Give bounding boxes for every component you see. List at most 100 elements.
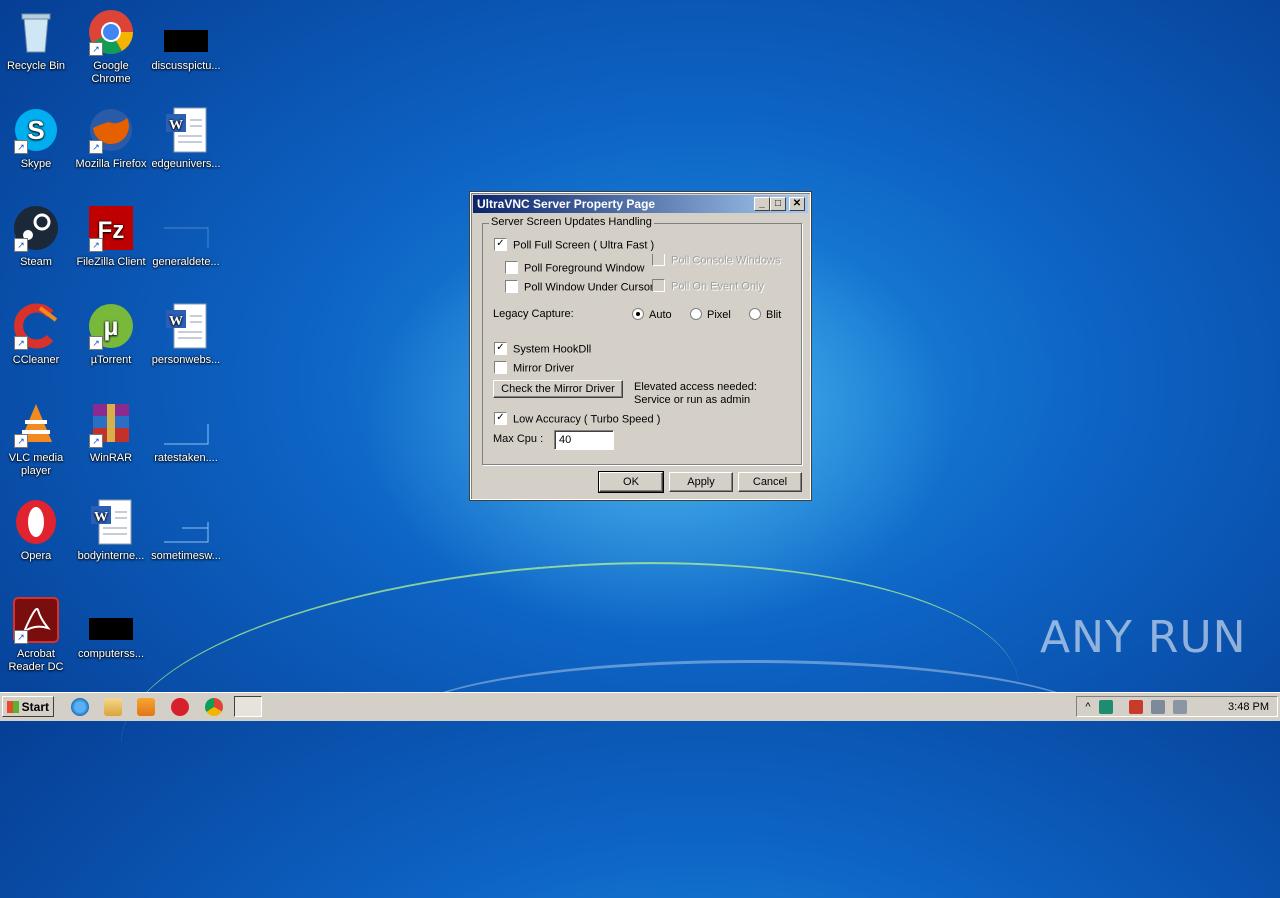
ultravnc-property-dialog: UltraVNC Server Property Page _ □ ✕ Serv… [469, 191, 812, 501]
radio-label: Pixel [707, 309, 731, 321]
desktop-icon-label: Google Chrome [91, 60, 131, 85]
desktop-icon-filezilla[interactable]: Fz ↗ FileZilla Client [73, 204, 149, 269]
desktop-icon-ccleaner[interactable]: ↗ CCleaner [0, 302, 74, 367]
checkbox-icon [494, 361, 507, 374]
network-icon[interactable] [1151, 700, 1165, 714]
svg-text:µ: µ [104, 311, 119, 341]
radio-pixel[interactable]: Pixel [690, 308, 731, 321]
checkbox-disabled-icon [652, 254, 665, 266]
checkbox-label: Low Accuracy ( Turbo Speed ) [513, 413, 661, 426]
poll-console-checkbox[interactable]: Poll Console Windows Only [652, 254, 782, 266]
desktop-icon-label: sometimesw... [151, 550, 221, 562]
desktop-icon-acrobat[interactable]: ↗ Acrobat Reader DC [0, 596, 74, 674]
skype-icon: S ↗ [12, 106, 60, 154]
winrar-icon: ↗ [87, 400, 135, 448]
server-screen-updates-group: Server Screen Updates Handling ✓ Poll Ful… [482, 216, 802, 465]
word-doc-icon: W [87, 498, 135, 546]
group-title: Server Screen Updates Handling [489, 216, 654, 228]
close-icon[interactable]: ✕ [789, 197, 805, 211]
check-mirror-driver-button[interactable]: Check the Mirror Driver [493, 380, 623, 398]
shortcut-arrow-icon: ↗ [14, 336, 28, 350]
radio-auto[interactable]: Auto [632, 308, 672, 321]
radio-icon [690, 308, 702, 321]
desktop-icon-winrar[interactable]: ↗ WinRAR [73, 400, 149, 465]
vlc-icon: ↗ [12, 400, 60, 448]
desktop-icon-label: bodyinterne... [77, 550, 145, 562]
desktop-icon-opera[interactable]: Opera [0, 498, 74, 563]
word-doc-icon: W [162, 106, 210, 154]
shortcut-arrow-icon: ↗ [89, 238, 103, 252]
svg-text:W: W [94, 510, 108, 525]
shortcut-arrow-icon: ↗ [14, 630, 28, 644]
desktop-icon-steam[interactable]: ↗ Steam [0, 204, 74, 269]
radio-icon [749, 308, 761, 321]
desktop-icon-utorrent[interactable]: µ ↗ µTorrent [73, 302, 149, 367]
desktop-icon-bodyinterne[interactable]: W bodyinterne... [73, 498, 149, 563]
clock[interactable]: 3:48 PM [1228, 697, 1269, 717]
poll-under-cursor-checkbox[interactable]: Poll Window Under Cursor [505, 280, 654, 294]
desktop-icon-label: personwebs... [151, 354, 221, 366]
security-alert-icon[interactable] [1129, 700, 1143, 714]
file-icon [87, 596, 135, 644]
desktop-icon-ratestaken[interactable]: ratestaken.... [148, 400, 224, 465]
desktop-icon-label: discusspictu... [151, 60, 221, 72]
ok-button[interactable]: OK [598, 471, 664, 493]
desktop-icon-skype[interactable]: S ↗ Skype [0, 106, 74, 171]
svg-text:W: W [169, 314, 183, 329]
minimize-icon[interactable]: _ [754, 197, 770, 211]
low-accuracy-checkbox[interactable]: ✓ Low Accuracy ( Turbo Speed ) [494, 412, 661, 426]
maximize-icon[interactable]: □ [770, 197, 786, 211]
radio-label: Auto [649, 309, 672, 321]
cancel-button[interactable]: Cancel [738, 472, 802, 492]
checkbox-checked-icon: ✓ [494, 238, 507, 251]
desktop-icon-generaldete[interactable]: generaldete... [148, 204, 224, 269]
mirror-driver-checkbox[interactable]: Mirror Driver [494, 361, 574, 375]
max-cpu-label: Max Cpu : [493, 433, 544, 445]
radio-selected-icon [632, 308, 644, 321]
media-player-icon[interactable] [137, 698, 155, 716]
checkbox-label: System HookDll [513, 343, 592, 356]
ie-icon[interactable] [71, 698, 89, 716]
opera-icon[interactable] [171, 698, 189, 716]
desktop-icon-label: µTorrent [90, 354, 132, 366]
max-cpu-input[interactable]: 40 [554, 430, 614, 450]
desktop-icon-label: edgeunivers... [151, 158, 221, 170]
vnc-window-icon[interactable] [234, 696, 262, 717]
desktop-icon-vlc[interactable]: ↗ VLC media player [0, 400, 74, 478]
chrome-icon[interactable] [205, 698, 223, 716]
checkbox-disabled-icon [652, 279, 665, 292]
chevron-up-icon[interactable]: ^ [1081, 700, 1095, 714]
poll-on-event-checkbox[interactable]: Poll On Event Only [652, 279, 764, 293]
desktop-icon-discusspictu[interactable]: discusspictu... [148, 8, 224, 73]
desktop-icon-label: WinRAR [89, 452, 133, 464]
explorer-icon[interactable] [104, 698, 122, 716]
desktop-icon-recycle-bin[interactable]: Recycle Bin [0, 8, 74, 73]
checkbox-label: Poll On Event Only [671, 280, 764, 293]
radio-blit[interactable]: Blit [749, 308, 781, 321]
checkbox-icon [505, 280, 518, 293]
desktop-icon-sometimesw[interactable]: sometimesw... [148, 498, 224, 563]
checkbox-label: Poll Window Under Cursor [524, 281, 654, 294]
eye-icon[interactable] [1099, 700, 1113, 714]
recycle-bin-icon [12, 8, 60, 56]
dialog-titlebar[interactable]: UltraVNC Server Property Page _ □ ✕ [473, 195, 808, 213]
apply-button[interactable]: Apply [669, 472, 733, 492]
speaker-icon[interactable] [1173, 700, 1187, 714]
desktop-icon-edgeunivers[interactable]: W edgeunivers... [148, 106, 224, 171]
desktop-icon-chrome[interactable]: ↗ Google Chrome [73, 8, 149, 86]
file-icon [162, 204, 210, 252]
windows-flag-icon [7, 701, 19, 713]
desktop-icon-personwebs[interactable]: W personwebs... [148, 302, 224, 367]
checkbox-label: Poll Console Windows Only [671, 254, 781, 266]
system-hookdll-checkbox[interactable]: ✓ System HookDll [494, 342, 592, 356]
start-button[interactable]: Start [2, 696, 54, 717]
poll-full-screen-checkbox[interactable]: ✓ Poll Full Screen ( Ultra Fast ) [494, 238, 654, 252]
opera-icon [12, 498, 60, 546]
poll-foreground-checkbox[interactable]: Poll Foreground Window [505, 261, 644, 275]
desktop-icon-computerss[interactable]: computerss... [73, 596, 149, 661]
firefox-icon: ↗ [87, 106, 135, 154]
shortcut-arrow-icon: ↗ [89, 434, 103, 448]
filezilla-icon: Fz ↗ [87, 204, 135, 252]
word-doc-icon: W [162, 302, 210, 350]
desktop-icon-firefox[interactable]: ↗ Mozilla Firefox [73, 106, 149, 171]
